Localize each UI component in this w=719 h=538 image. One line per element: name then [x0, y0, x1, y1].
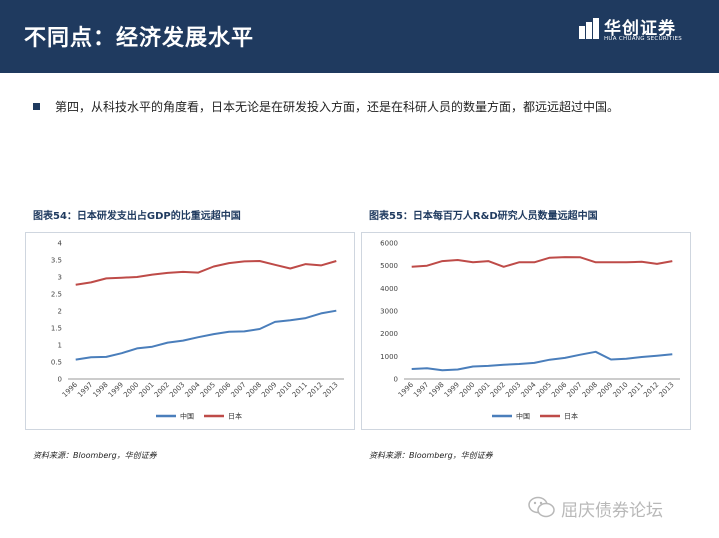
x-tick-label: 1997 [412, 381, 430, 399]
chart-2-source: 资料来源：Bloomberg，华创证券 [369, 451, 493, 460]
x-tick-label: 2013 [321, 381, 339, 399]
x-tick-label: 2006 [550, 380, 569, 399]
x-tick-label: 2004 [183, 380, 202, 399]
bullet-marker [33, 103, 40, 110]
x-tick-label: 2000 [458, 381, 476, 399]
x-tick-label: 2001 [137, 381, 155, 399]
x-tick-label: 2005 [535, 381, 553, 399]
x-tick-label: 2003 [168, 381, 186, 399]
x-tick-label: 2012 [642, 381, 660, 399]
y-tick-label: 3.5 [51, 257, 62, 265]
wechat-icon [528, 496, 555, 518]
watermark-text: 屈庆债券论坛 [561, 501, 663, 521]
series-line-japan [411, 256, 673, 268]
y-tick-label: 0.5 [51, 359, 62, 367]
x-tick-label: 1999 [107, 381, 125, 399]
y-tick-label: 1 [58, 342, 62, 350]
x-tick-label: 1998 [427, 381, 445, 399]
y-tick-label: 3 [58, 274, 62, 282]
y-tick-label: 4 [58, 240, 63, 248]
x-tick-label: 1997 [76, 381, 94, 399]
x-tick-label: 2010 [275, 381, 293, 399]
legend-label: 中国 [180, 412, 194, 421]
watermark: 屈庆债券论坛 [527, 492, 707, 522]
logo-mark-icon [579, 18, 599, 39]
x-tick-label: 1998 [91, 381, 109, 399]
page-title: 不同点：经济发展水平 [24, 26, 255, 51]
y-tick-label: 0 [58, 376, 62, 384]
x-tick-label: 2011 [627, 381, 645, 399]
logo-name-en: HUA CHUANG SECURITIES [604, 36, 683, 42]
legend-label: 日本 [228, 412, 242, 421]
y-tick-label: 1.5 [51, 325, 62, 333]
x-tick-label: 2002 [489, 381, 507, 399]
x-tick-label: 2005 [199, 381, 217, 399]
x-tick-label: 1999 [443, 381, 461, 399]
series-line-china [411, 350, 673, 372]
x-tick-label: 2007 [565, 381, 583, 399]
chart-1-svg: 00.511.522.533.5419961997199819992000200… [51, 240, 344, 421]
bullet-text: 第四，从科技水平的角度看，日本无论是在研发投入方面，还是在科研人员的数量方面，都… [55, 100, 620, 114]
series-line-japan [75, 260, 337, 286]
x-tick-label: 2006 [214, 380, 233, 399]
y-tick-label: 2 [58, 308, 62, 316]
chart-2-svg: 0 1000 2000 3000 4000 5000 6000 199619971998199… [380, 240, 680, 421]
y-tick-label: 6000 [380, 240, 398, 248]
chart-2-title: 图表55：日本每百万人R&D研究人员数量远超中国 [369, 211, 598, 222]
x-tick-label: 2001 [473, 381, 491, 399]
legend-label: 日本 [564, 412, 578, 421]
x-tick-label: 2003 [504, 381, 522, 399]
header-bar: 不同点：经济发展水平 华创证券 HUA CHUANG SECURITIES [0, 0, 719, 73]
chart-1-title: 图表54：日本研发支出占GDP的比重远超中国 [33, 211, 241, 222]
y-tick-label: 2000 [380, 330, 398, 338]
x-tick-label: 2000 [122, 381, 140, 399]
y-tick-label: 0 [394, 376, 398, 384]
x-tick-label: 2010 [611, 381, 629, 399]
x-tick-label: 2011 [291, 381, 309, 399]
y-tick-label: 3000 [380, 308, 398, 316]
x-tick-label: 2009 [596, 381, 614, 399]
x-tick-label: 2007 [229, 381, 247, 399]
x-tick-label: 2009 [260, 381, 278, 399]
series-line-china [75, 309, 337, 361]
company-logo: 华创证券 HUA CHUANG SECURITIES [578, 14, 698, 54]
x-tick-label: 2012 [306, 381, 324, 399]
x-tick-label: 2008 [245, 381, 263, 399]
chart-1-panel: 0 0.5 1 1.5 2 2.5 3 3.5 4 1996 1997 1998 1999 2000 200… [25, 232, 355, 430]
y-tick-label: 2.5 [51, 291, 62, 299]
x-tick-label: 2004 [519, 380, 538, 399]
x-tick-label: 2008 [581, 381, 599, 399]
x-tick-label: 2013 [657, 381, 675, 399]
y-tick-label: 1000 [380, 353, 398, 361]
y-tick-label: 4000 [380, 285, 398, 293]
x-tick-label: 1996 [61, 380, 80, 399]
x-tick-label: 1996 [397, 380, 416, 399]
y-tick-label: 5000 [380, 262, 398, 270]
legend-label: 中国 [516, 412, 530, 421]
chart-1-source: 资料来源：Bloomberg，华创证券 [33, 451, 157, 460]
chart-2-panel: 0 1000 2000 3000 4000 5000 6000 1996 1997 1998 199… [361, 232, 691, 430]
x-tick-label: 2002 [153, 381, 171, 399]
